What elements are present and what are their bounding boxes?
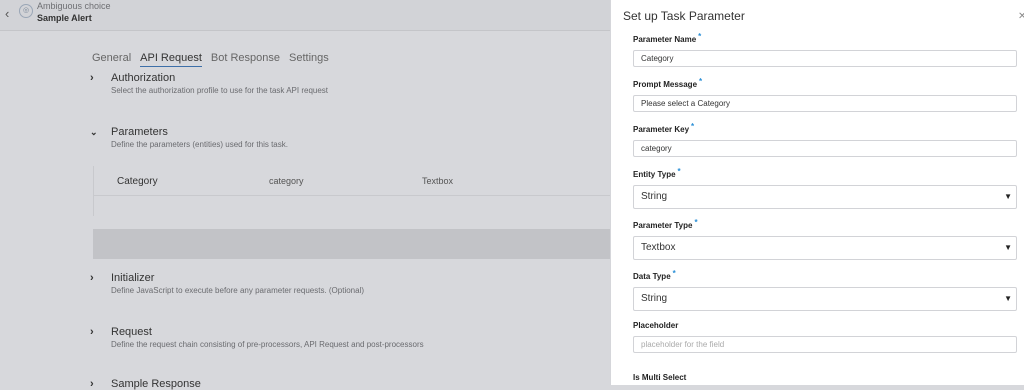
is-multi-select-label: Is Multi Select — [633, 373, 687, 382]
section-description: Define the parameters (entities) used fo… — [111, 140, 288, 149]
tab-bot-response[interactable]: Bot Response — [211, 52, 280, 67]
task-tabs: General API Request Bot Response Setting… — [92, 52, 338, 67]
background-page: ‹ ◎ Ambiguous choice Sample Alert Genera… — [0, 0, 611, 390]
parameter-key-label: Parameter Key * — [633, 122, 695, 134]
parameters-table: Category category Textbox — [93, 166, 611, 216]
section-description: Define the request chain consisting of p… — [111, 340, 424, 349]
param-key-cell: category — [269, 176, 304, 186]
chevron-right-icon[interactable]: › — [90, 378, 94, 390]
chevron-right-icon[interactable]: › — [90, 326, 94, 338]
chevron-left-icon[interactable]: ‹ — [5, 6, 9, 21]
task-parameter-panel: Set up Task Parameter ✕ Parameter Name * … — [610, 0, 1024, 385]
table-row[interactable]: Category category Textbox — [94, 166, 611, 196]
section-title: Authorization — [111, 72, 176, 84]
prompt-message-input[interactable]: Please select a Category — [633, 95, 1017, 112]
entity-type-select[interactable]: String ▼ — [633, 185, 1017, 209]
parameter-type-label: Parameter Type * — [633, 218, 698, 230]
parameter-name-label: Parameter Name * — [633, 32, 702, 44]
panel-title: Set up Task Parameter — [623, 9, 745, 23]
param-name-cell: Category — [117, 176, 158, 187]
section-description: Define JavaScript to execute before any … — [111, 286, 365, 295]
prompt-message-label: Prompt Message * — [633, 77, 703, 89]
bot-avatar-icon: ◎ — [19, 4, 33, 18]
chevron-right-icon[interactable]: › — [90, 72, 94, 84]
placeholder-label: Placeholder — [633, 321, 679, 330]
caret-down-icon: ▼ — [1004, 294, 1012, 303]
parameter-name-input[interactable]: Category — [633, 50, 1017, 67]
section-title: Parameters — [111, 126, 168, 138]
data-type-label: Data Type * — [633, 269, 676, 281]
add-parameter-bar[interactable] — [93, 229, 610, 259]
entity-type-label: Entity Type * — [633, 167, 681, 179]
chevron-right-icon[interactable]: › — [90, 272, 94, 284]
top-bar: ‹ ◎ Ambiguous choice Sample Alert — [0, 0, 610, 31]
section-description: Select the authorization profile to use … — [111, 86, 329, 95]
tab-settings[interactable]: Settings — [289, 52, 329, 67]
parameter-key-input[interactable]: category — [633, 140, 1017, 157]
breadcrumb-current: Sample Alert — [37, 13, 92, 23]
section-title: Request — [111, 326, 152, 338]
section-title: Sample Response — [111, 378, 201, 390]
caret-down-icon: ▼ — [1004, 192, 1012, 201]
section-title: Initializer — [111, 272, 155, 284]
data-type-select[interactable]: String ▼ — [633, 287, 1017, 311]
tab-api-request[interactable]: API Request — [140, 52, 202, 67]
breadcrumb-parent[interactable]: Ambiguous choice — [37, 1, 111, 11]
param-type-cell: Textbox — [422, 176, 454, 186]
placeholder-input[interactable]: placeholder for the field — [633, 336, 1017, 353]
caret-down-icon: ▼ — [1004, 243, 1012, 252]
parameter-type-select[interactable]: Textbox ▼ — [633, 236, 1017, 260]
close-icon[interactable]: ✕ — [1018, 11, 1024, 22]
tab-general[interactable]: General — [92, 52, 131, 67]
chevron-down-icon[interactable]: ⌄ — [90, 127, 98, 138]
